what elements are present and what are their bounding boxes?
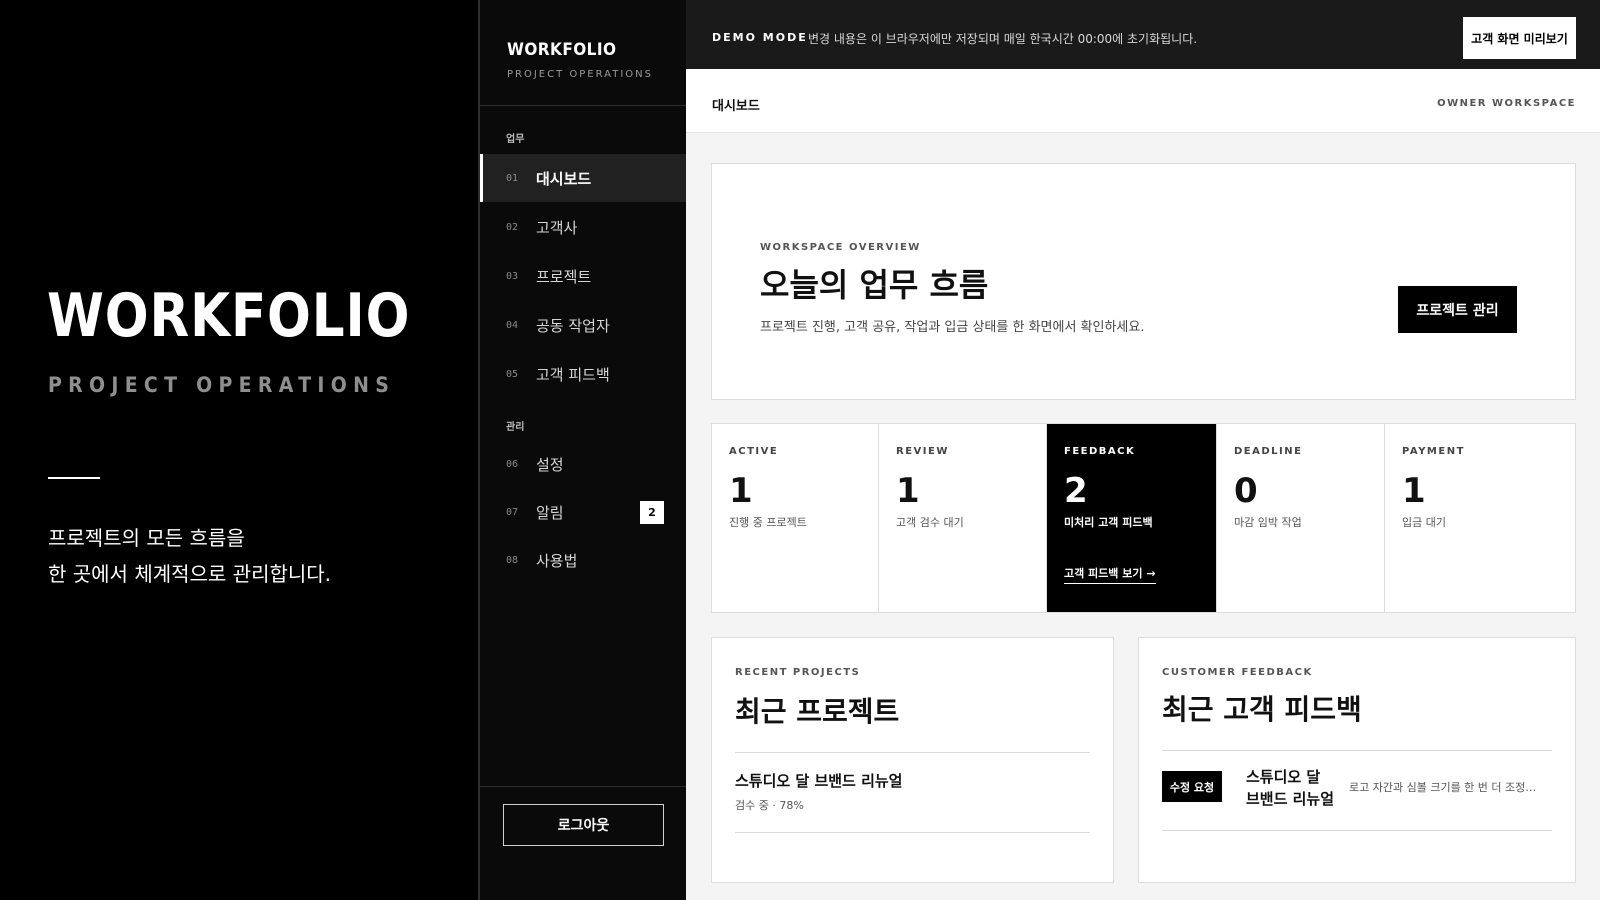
feedback-project-name-line: 브밴드 리뉴얼 [1246, 790, 1335, 808]
sidebar-item-collaborators[interactable]: 04 공동 작업자 [480, 301, 686, 349]
nav-number: 04 [506, 319, 519, 331]
notification-count-badge: 2 [640, 501, 664, 524]
sidebar-item-dashboard[interactable]: 01 대시보드 [480, 154, 686, 202]
nav-number: 03 [506, 270, 519, 282]
feedback-project-name-line: 스튜디오 달 [1246, 768, 1321, 786]
customer-preview-button[interactable]: 고객 화면 미리보기 [1463, 17, 1576, 59]
stat-feedback[interactable]: FEEDBACK 2 미처리 고객 피드백 고객 피드백 보기 → [1047, 424, 1217, 612]
stat-active[interactable]: ACTIVE 1 진행 중 프로젝트 [712, 424, 879, 612]
main-content: DEMO MODE 변경 내용은 이 브라우저에만 저장되며 매일 한국시간 0… [686, 0, 1600, 900]
logout-button[interactable]: 로그아웃 [503, 804, 664, 846]
brand-subtitle: PROJECT OPERATIONS [507, 69, 653, 80]
sidebar-item-projects[interactable]: 03 프로젝트 [480, 252, 686, 300]
overview-eyebrow: WORKSPACE OVERVIEW [760, 242, 921, 253]
stat-review[interactable]: REVIEW 1 고객 검수 대기 [879, 424, 1047, 612]
sidebar-item-feedback[interactable]: 05 고객 피드백 [480, 350, 686, 398]
nav-label: 대시보드 [536, 169, 592, 188]
stat-key: ACTIVE [729, 446, 779, 457]
recent-projects-title: 최근 프로젝트 [735, 695, 900, 728]
stat-value: 0 [1234, 471, 1258, 511]
nav-number: 08 [506, 554, 519, 566]
sidebar-brand: WORKFOLIO PROJECT OPERATIONS [480, 0, 686, 106]
brand-name: WORKFOLIO [507, 40, 617, 60]
nav-number: 01 [506, 172, 519, 184]
overview-card: WORKSPACE OVERVIEW 오늘의 업무 흐름 프로젝트 진행, 고객… [711, 163, 1576, 400]
nav-number: 07 [506, 506, 519, 518]
feedback-message: 로고 자간과 심볼 크기를 한 번 더 조정… [1349, 781, 1537, 794]
nav-label: 고객 피드백 [536, 365, 610, 384]
divider [735, 832, 1090, 833]
nav-label: 알림 [536, 503, 564, 522]
demo-banner: DEMO MODE 변경 내용은 이 브라우저에만 저장되며 매일 한국시간 0… [686, 0, 1600, 69]
sidebar-footer: 로그아웃 [480, 786, 686, 900]
nav-label: 공동 작업자 [536, 316, 610, 335]
view-feedback-link[interactable]: 고객 피드백 보기 → [1064, 565, 1156, 584]
workspace-label: OWNER WORKSPACE [1437, 98, 1576, 109]
stat-caption: 고객 검수 대기 [896, 516, 964, 529]
stat-key: PAYMENT [1402, 446, 1465, 457]
topbar: 대시보드 OWNER WORKSPACE [686, 69, 1600, 133]
stat-value: 2 [1064, 471, 1088, 511]
promo-subtitle: PROJECT OPERATIONS [48, 373, 396, 397]
stat-caption: 입금 대기 [1402, 516, 1446, 529]
nav-number: 05 [506, 368, 519, 380]
divider [1162, 750, 1552, 751]
sidebar-item-settings[interactable]: 06 설정 [480, 440, 686, 488]
nav-number: 02 [506, 221, 519, 233]
divider [1162, 830, 1552, 831]
promo-description: 프로젝트의 모든 흐름을 한 곳에서 체계적으로 관리합니다. [48, 520, 331, 592]
nav-label: 프로젝트 [536, 267, 592, 286]
demo-mode-label: DEMO MODE [712, 31, 808, 44]
nav-section-work: 업무 [506, 134, 525, 145]
stats-row: ACTIVE 1 진행 중 프로젝트 REVIEW 1 고객 검수 대기 FEE… [711, 423, 1576, 613]
stat-key: DEADLINE [1234, 446, 1303, 457]
stat-caption: 마감 임박 작업 [1234, 516, 1302, 529]
nav-number: 06 [506, 458, 519, 470]
nav-section-admin: 관리 [506, 422, 525, 433]
manage-projects-button[interactable]: 프로젝트 관리 [1398, 286, 1517, 333]
stat-key: REVIEW [896, 446, 949, 457]
promo-title: WORKFOLIO [47, 281, 411, 351]
nav-label: 설정 [536, 455, 564, 474]
promo-desc-line: 프로젝트의 모든 흐름을 [48, 526, 245, 550]
promo-panel: WORKFOLIO PROJECT OPERATIONS 프로젝트의 모든 흐름… [0, 0, 478, 900]
overview-description: 프로젝트 진행, 고객 공유, 작업과 입금 상태를 한 화면에서 확인하세요. [760, 320, 1145, 335]
stat-key: FEEDBACK [1064, 446, 1136, 457]
sidebar-item-guide[interactable]: 08 사용법 [480, 536, 686, 584]
customer-feedback-title: 최근 고객 피드백 [1162, 693, 1362, 726]
project-name[interactable]: 스튜디오 달 브밴드 리뉴얼 [735, 770, 902, 791]
stat-value: 1 [896, 471, 920, 511]
demo-message: 변경 내용은 이 브라우저에만 저장되며 매일 한국시간 00:00에 초기화됩… [808, 32, 1198, 46]
project-meta: 검수 중 · 78% [735, 799, 804, 812]
customer-feedback-eyebrow: CUSTOMER FEEDBACK [1162, 667, 1313, 678]
stat-deadline[interactable]: DEADLINE 0 마감 임박 작업 [1217, 424, 1385, 612]
feedback-project-name[interactable]: 스튜디오 달 브밴드 리뉴얼 [1246, 766, 1334, 810]
stat-value: 1 [1402, 471, 1426, 511]
recent-projects-card: RECENT PROJECTS 최근 프로젝트 스튜디오 달 브밴드 리뉴얼 검… [711, 637, 1114, 883]
revision-request-badge: 수정 요청 [1162, 771, 1222, 802]
recent-projects-eyebrow: RECENT PROJECTS [735, 667, 861, 678]
sidebar-item-notifications[interactable]: 07 알림 2 [480, 488, 686, 536]
stat-caption: 미처리 고객 피드백 [1064, 516, 1153, 529]
customer-feedback-card: CUSTOMER FEEDBACK 최근 고객 피드백 수정 요청 스튜디오 달… [1138, 637, 1576, 883]
overview-title: 오늘의 업무 흐름 [760, 266, 989, 304]
promo-desc-line: 한 곳에서 체계적으로 관리합니다. [48, 562, 332, 586]
stat-caption: 진행 중 프로젝트 [729, 516, 807, 529]
page-title: 대시보드 [712, 99, 760, 114]
nav-label: 고객사 [536, 218, 578, 237]
stat-value: 1 [729, 471, 753, 511]
divider [735, 752, 1090, 753]
nav-label: 사용법 [536, 551, 578, 570]
sidebar-item-clients[interactable]: 02 고객사 [480, 203, 686, 251]
promo-divider [48, 477, 100, 479]
sidebar: WORKFOLIO PROJECT OPERATIONS 업무 01 대시보드 … [478, 0, 686, 900]
stat-payment[interactable]: PAYMENT 1 입금 대기 [1385, 424, 1575, 612]
